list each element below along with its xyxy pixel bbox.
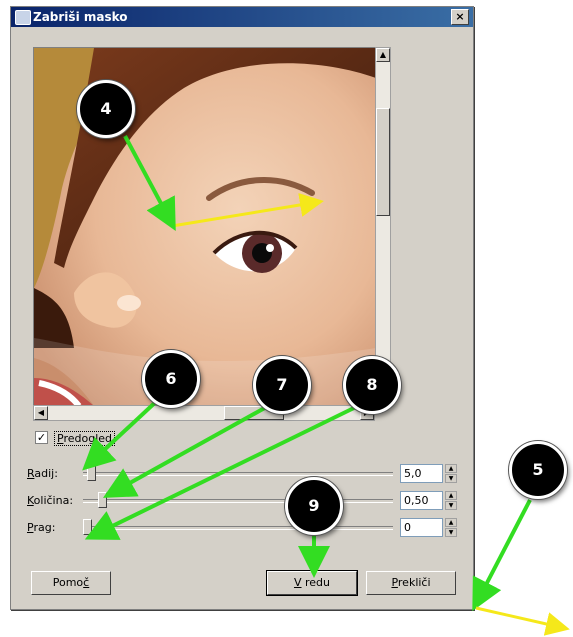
green-arrow-4: [123, 135, 176, 232]
yellow-arrow-resize: [475, 606, 570, 636]
callout-8: 8: [343, 356, 401, 414]
yellow-arrow-eyebrow: [171, 193, 324, 228]
callout-5: 5: [509, 441, 567, 499]
green-arrow-6: [82, 396, 162, 471]
callout-6: 6: [142, 350, 200, 408]
callout-9: 9: [285, 477, 343, 535]
callout-7: 7: [253, 356, 311, 414]
green-arrow-7: [103, 403, 271, 498]
green-arrow-5: [472, 499, 532, 612]
callout-4: 4: [77, 80, 135, 138]
